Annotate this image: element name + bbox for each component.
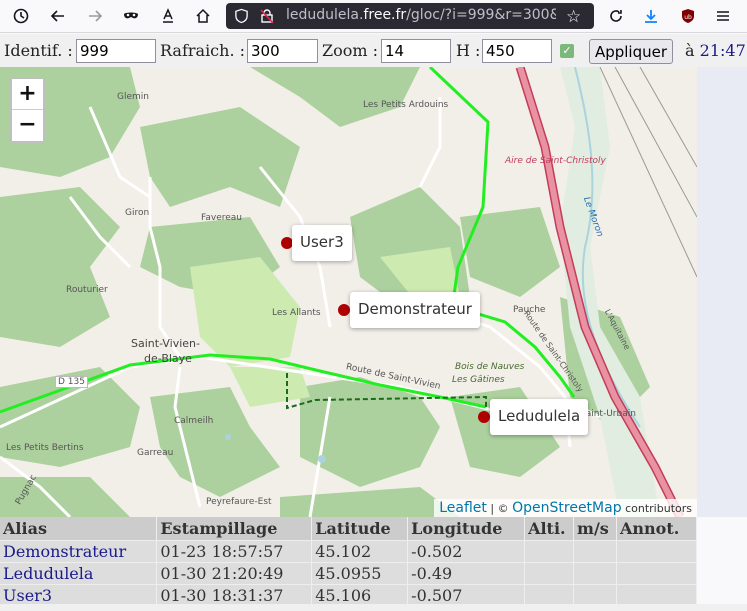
alt-cell [524,561,575,584]
history-icon[interactable] [8,4,34,28]
road-shield: D 135 [55,376,88,388]
bookmark-star-icon[interactable]: ☆ [566,7,581,27]
speed-cell [573,539,617,562]
attribution-separator: | © [490,502,509,515]
place-label: Calmeilh [174,416,214,426]
place-label: Favereau [201,213,242,223]
place-label: Bois de Nauves [455,362,525,372]
alias-link[interactable]: User3 [0,583,158,606]
page-side-area [697,67,747,517]
table-header-row: Alias Estampillage Latitude Longitude Al… [0,517,697,540]
forward-icon[interactable] [82,4,108,28]
stamp-cell: 01-23 18:57:57 [156,539,313,562]
shield-icon[interactable] [234,8,249,28]
annot-cell [616,583,697,606]
stamp-cell: 01-30 21:20:49 [156,561,313,584]
map-attribution: Leaflet | © OpenStreetMap contributors [434,499,697,517]
place-label: Les Gâtines [452,375,505,385]
identif-label: Identif. : [4,41,73,60]
osm-link[interactable]: OpenStreetMap [512,500,621,516]
private-mask-icon[interactable] [118,4,144,28]
apply-button[interactable]: Appliquer [589,39,673,64]
alt-cell [524,539,575,562]
settings-form: Identif. : Rafraich. : Zoom : H : ✓ Appl… [0,34,747,67]
tracker-table-wrap: Alias Estampillage Latitude Longitude Al… [0,517,697,606]
insecure-lock-icon[interactable] [259,8,275,28]
download-icon[interactable] [638,4,664,28]
url-text[interactable]: ledudulela.free.fr/gloc/?i=999&r=300&z=1… [286,7,556,23]
lat-cell: 45.106 [311,583,409,606]
place-label: Giron [125,208,150,218]
browser-toolbar: ledudulela.free.fr/gloc/?i=999&r=300&z=1… [0,0,747,33]
speed-cell [573,583,617,606]
map[interactable]: Glemin Les Petits Ardouins Aire de Saint… [0,67,697,517]
url-bar[interactable]: ledudulela.free.fr/gloc/?i=999&r=300&z=1… [226,3,594,29]
page-bottom [0,604,747,611]
place-label: Les Petits Ardouins [363,100,449,110]
col-annot: Annot. [616,517,697,540]
place-label: Saint-Urbain [580,409,636,419]
alias-link[interactable]: Demonstrateur [0,539,158,562]
time-label: à 21:47 [685,41,746,60]
reload-icon[interactable] [603,4,629,28]
col-lat: Latitude [311,517,409,540]
extensions-icon[interactable] [155,4,181,28]
col-alt: Alti. [524,517,575,540]
place-label: Routurier [66,285,108,295]
leaflet-link[interactable]: Leaflet [439,500,487,516]
lat-cell: 45.0955 [311,561,409,584]
zoom-in-button[interactable]: + [12,79,43,110]
auto-checkbox[interactable]: ✓ [560,44,574,58]
table-row: Demonstrateur 01-23 18:57:57 45.102 -0.5… [0,539,697,562]
identif-input[interactable] [76,39,156,63]
marker-pin[interactable] [478,411,490,423]
alt-cell [524,583,575,606]
zoom-control: + − [10,77,45,143]
marker-pin[interactable] [338,304,350,316]
h-label: H : [456,41,481,60]
tracker-table: Alias Estampillage Latitude Longitude Al… [0,517,697,606]
annot-cell [616,539,697,562]
zoom-input[interactable] [381,39,451,63]
marker-label-demonstrateur[interactable]: Demonstrateur [350,292,480,328]
svg-text:ub: ub [684,14,692,21]
lon-cell: -0.502 [407,539,526,562]
lat-cell: 45.102 [311,539,409,562]
zoom-label: Zoom : [322,41,379,60]
back-icon[interactable] [45,4,71,28]
table-row: Ledudulela 01-30 21:20:49 45.0955 -0.49 [0,561,697,584]
alias-link[interactable]: Ledudulela [0,561,158,584]
place-label: Les Petits Bertins [6,443,84,453]
place-label: Glemin [117,92,149,102]
annot-cell [616,561,697,584]
col-speed: m/s [573,517,617,540]
col-stamp: Estampillage [156,517,313,540]
marker-label-user3[interactable]: User3 [292,225,352,261]
col-lon: Longitude [407,517,526,540]
place-label: Garreau [137,448,174,458]
rafraich-input[interactable] [247,39,318,63]
zoom-out-button[interactable]: − [12,110,43,141]
lon-cell: -0.507 [407,583,526,606]
marker-label-ledudulela[interactable]: Ledudulela [490,399,589,435]
h-input[interactable] [482,39,552,63]
stamp-cell: 01-30 18:31:37 [156,583,313,606]
speed-cell [573,561,617,584]
table-row: User3 01-30 18:31:37 45.106 -0.507 [0,583,697,606]
ublock-icon[interactable]: ub [675,4,701,28]
place-label: Saint-Vivien- [131,337,201,350]
attribution-contributors: contributors [625,502,692,515]
rafraich-label: Rafraich. : [160,41,246,60]
home-icon[interactable] [190,4,216,28]
place-label: de-Blaye [144,352,192,365]
lon-cell: -0.49 [407,561,526,584]
menu-icon[interactable] [710,4,736,28]
place-label: Peyrefaure-Est [206,497,272,507]
place-label: Les Allants [272,308,321,318]
place-label: Aire de Saint-Christoly [505,156,606,166]
col-alias: Alias [0,517,158,540]
